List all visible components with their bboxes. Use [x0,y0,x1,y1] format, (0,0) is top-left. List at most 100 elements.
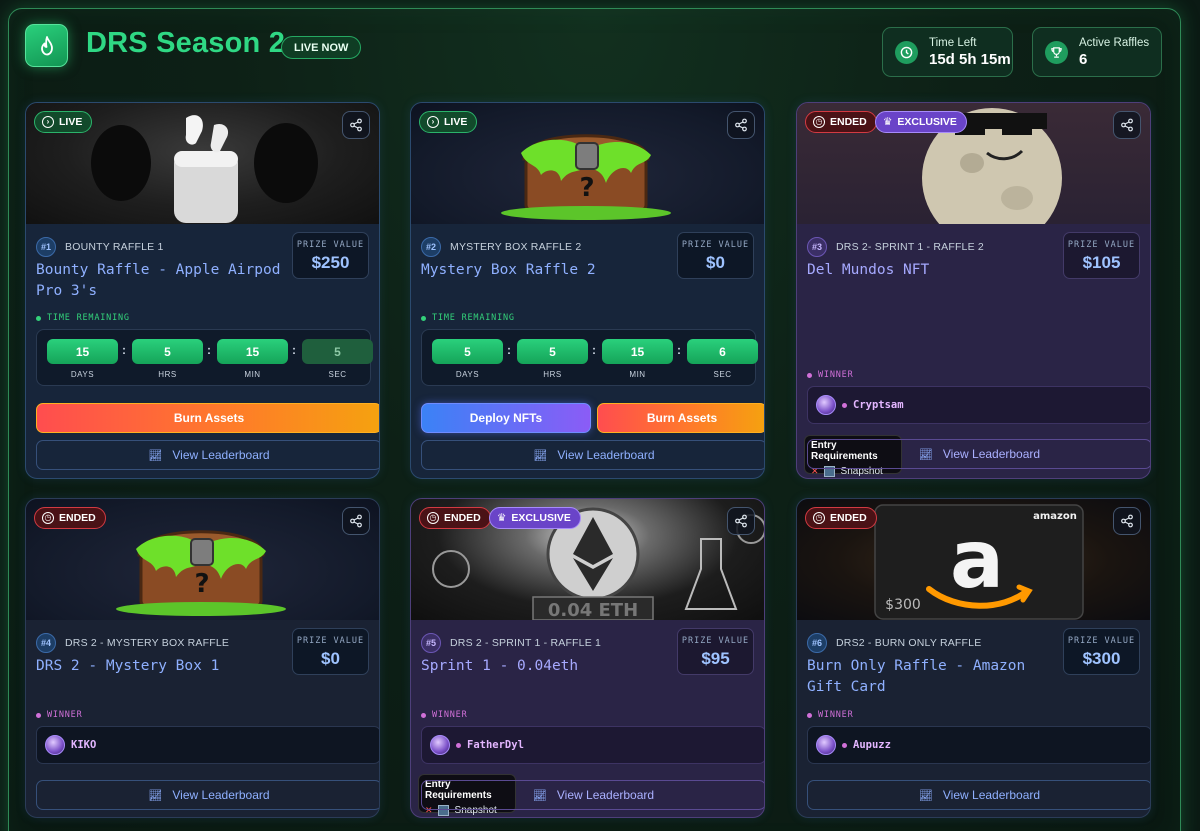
crown-icon: ♛ [883,116,893,128]
timer-days: 15 [47,339,118,364]
raffle-card-1[interactable]: › LIVE #1 BOUNTY RAFFLE 1 Bounty Raffle - … [25,102,380,479]
share-button[interactable] [342,507,370,535]
prize-value-box: PRIZE VALUE $105 [1063,232,1140,279]
live-badge: › LIVE [419,111,478,133]
winner-name: FatherDyl [467,739,524,751]
flame-logo-icon [25,24,68,67]
crown-icon: ♛ [497,512,507,524]
timer-days: 5 [432,339,503,364]
time-left-value: 15d 5h 15m [929,50,1011,68]
timer-icon: ◷ [813,116,825,128]
winner-label: WINNER [807,370,854,380]
raffle-category: DRS2 - BURN ONLY RAFFLE [836,637,982,649]
play-icon: › [427,116,439,128]
exclusive-badge: ♛ EXCLUSIVE [489,507,581,529]
play-icon: › [42,116,54,128]
winner-label: WINNER [421,710,468,720]
prize-value: $250 [311,253,350,272]
view-leaderboard-button[interactable]: 📈︎ View Leaderboard [36,440,379,470]
view-leaderboard-button[interactable]: 📈︎ View Leaderboard [36,780,379,810]
ended-badge: ◷ ENDED [419,507,491,529]
share-button[interactable] [727,507,755,535]
winner-name: KIKO [71,739,97,751]
winner-row: Cryptsam [807,386,1150,424]
avatar [816,735,836,755]
raffle-card-5[interactable]: 0.04 ETH ◷ ENDED ♛ EXCLUSIVE Entry Require… [410,498,765,818]
ended-badge: ◷ ENDED [34,507,106,529]
countdown-timer: 5 DAYS : 5 HRS : 15 MIN : 6 SEC [421,329,758,386]
raffle-card-3[interactable]: ◷ ENDED ♛ EXCLUSIVE Entry Requirements ✕ Sn… [796,102,1151,479]
live-badge: › LIVE [34,111,93,133]
share-icon [735,118,747,132]
winner-label: WINNER [807,710,854,720]
raffle-number: #4 [36,633,56,653]
prize-value: $0 [706,253,725,272]
raffle-card-4[interactable]: ? ◷ ENDED #4 DRS 2 - MYSTERY BOX RAFFLE DR… [25,498,380,818]
raffle-number: #3 [807,237,827,257]
svg-text:?: ? [194,569,209,599]
winner-name: Aupuzz [853,739,891,751]
deploy-nfts-button[interactable]: Deploy NFTs [421,403,591,433]
prize-value: $105 [1082,253,1121,272]
raffle-category: BOUNTY RAFFLE 1 [65,241,164,253]
timer-sec: 5 [302,339,373,364]
raffle-category: DRS 2 - MYSTERY BOX RAFFLE [65,637,230,649]
live-now-badge: LIVE NOW [281,36,362,59]
gift-card-amount-text: $300 [885,597,921,613]
timer-hrs: 5 [132,339,203,364]
active-raffles-stat: Active Raffles 6 [1032,27,1162,77]
avatar [430,735,450,755]
raffle-number: #2 [421,237,441,257]
raffle-category: DRS 2- SPRINT 1 - RAFFLE 2 [836,241,984,253]
time-left-stat: Time Left 15d 5h 15m [882,27,1013,77]
raffle-number: #1 [36,237,56,257]
view-leaderboard-button[interactable]: 📈︎ View Leaderboard [807,780,1150,810]
exclusive-badge: ♛ EXCLUSIVE [875,111,967,133]
raffle-title: Del Mundos NFT [807,262,930,278]
raffle-title: Sprint 1 - 0.04eth [421,658,579,674]
chart-icon: 📈︎ [918,789,933,802]
ended-badge: ◷ ENDED [805,111,877,133]
raffle-title: Burn Only Raffle - Amazon Gift Card [807,658,1026,695]
eth-amount-text: 0.04 ETH [548,600,638,620]
view-leaderboard-button[interactable]: 📈︎ View Leaderboard [807,439,1150,469]
share-icon [1121,118,1133,132]
avatar [45,735,65,755]
clock-icon [895,40,918,64]
timer-icon: ◷ [813,512,825,524]
winner-row: KIKO [36,726,379,764]
share-button[interactable] [342,111,370,139]
timer-icon: ◷ [42,512,54,524]
share-button[interactable] [1113,507,1141,535]
raffle-category: DRS 2 - SPRINT 1 - RAFFLE 1 [450,637,602,649]
active-raffles-value: 6 [1079,50,1088,68]
prize-value-box: PRIZE VALUE $300 [1063,628,1140,675]
time-left-label: Time Left [929,36,977,49]
burn-assets-button[interactable]: Burn Assets [36,403,379,433]
share-button[interactable] [727,111,755,139]
timer-icon: ◷ [427,512,439,524]
share-icon [350,514,362,528]
view-leaderboard-button[interactable]: 📈︎ View Leaderboard [421,440,764,470]
raffle-title: Mystery Box Raffle 2 [421,262,596,278]
amazon-brand-text: amazon [1033,511,1077,522]
raffle-number: #6 [807,633,827,653]
avatar [816,395,836,415]
countdown-timer: 15 DAYS : 5 HRS : 15 MIN : 5 SEC [36,329,373,386]
prize-value: $95 [701,649,730,668]
prize-value-box: PRIZE VALUE $95 [677,628,754,675]
chart-icon: 📈︎ [918,448,933,461]
raffle-category: MYSTERY BOX RAFFLE 2 [450,241,582,253]
timer-hrs: 5 [517,339,588,364]
burn-assets-button[interactable]: Burn Assets [597,403,764,433]
share-icon [735,514,747,528]
winner-row: Aupuzz [807,726,1150,764]
raffle-card-6[interactable]: amazon a $300 ◷ ENDED #6 DRS2 - BURN ONLY … [796,498,1151,818]
ended-badge: ◷ ENDED [805,507,877,529]
chart-icon: 📈︎ [533,449,548,462]
prize-value-box: PRIZE VALUE $250 [292,232,369,279]
share-button[interactable] [1113,111,1141,139]
prize-value: $300 [1082,649,1121,668]
view-leaderboard-button[interactable]: 📈︎ View Leaderboard [421,780,764,810]
raffle-card-2[interactable]: ? › LIVE #2 MYSTERY BOX RAFFLE 2 Mystery B… [410,102,765,479]
